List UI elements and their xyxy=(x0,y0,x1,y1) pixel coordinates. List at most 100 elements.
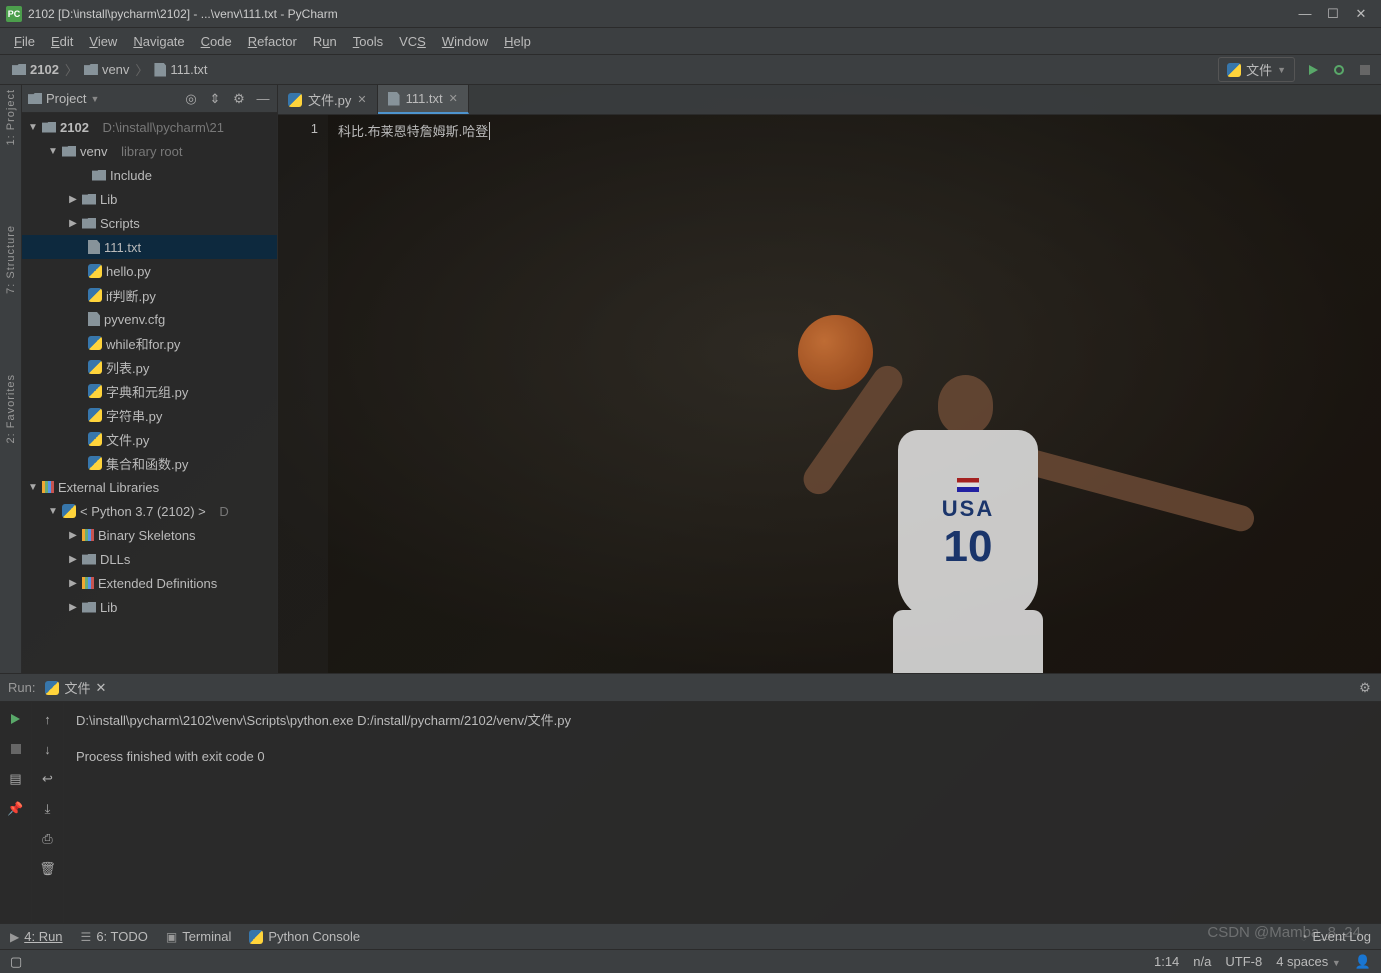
debug-button[interactable] xyxy=(1331,62,1347,78)
editor[interactable]: 1 科比.布莱恩特詹姆斯.哈登 xyxy=(278,115,1381,673)
menu-vcs[interactable]: VCS xyxy=(391,31,434,52)
tree-node-file[interactable]: pyvenv.cfg xyxy=(22,307,277,331)
editor-tab-active[interactable]: 111.txt✕ xyxy=(378,85,469,114)
folder-icon xyxy=(82,194,96,205)
tree-node-file[interactable]: hello.py xyxy=(22,259,277,283)
tree-node-folder[interactable]: ▶Include xyxy=(22,163,277,187)
tree-node-file[interactable]: 列表.py xyxy=(22,355,277,379)
run-toolbar-right: ↑ ↓ ↩ ⤓ ⎙ 🗑 xyxy=(32,702,64,923)
stop-button[interactable] xyxy=(7,740,25,758)
python-icon xyxy=(88,288,102,302)
tree-node-file-selected[interactable]: 111.txt xyxy=(22,235,277,259)
chevron-down-icon: ▼ xyxy=(1277,65,1286,75)
python-icon xyxy=(62,504,76,518)
menu-tools[interactable]: Tools xyxy=(345,31,391,52)
file-icon xyxy=(88,240,100,254)
folder-icon xyxy=(92,170,106,181)
tree-node-file[interactable]: 字符串.py xyxy=(22,403,277,427)
locate-icon[interactable]: ◎ xyxy=(183,91,199,107)
tree-node-folder[interactable]: ▶Scripts xyxy=(22,211,277,235)
editor-tabstrip: 文件.py✕ 111.txt✕ xyxy=(278,85,1381,115)
tree-node-folder[interactable]: ▶Extended Definitions xyxy=(22,571,277,595)
tree-node-folder[interactable]: ▶Binary Skeletons xyxy=(22,523,277,547)
run-tool-window: Run: 文件✕ ⚙ ▤ 📌 ↑ ↓ ↩ ⤓ ⎙ 🗑 D:\install\py… xyxy=(0,673,1381,923)
run-tab[interactable]: 文件✕ xyxy=(45,678,106,697)
tree-node-file[interactable]: 集合和函数.py xyxy=(22,451,277,475)
breadcrumb-file[interactable]: 111.txt xyxy=(150,60,211,79)
soft-wrap-icon[interactable]: ↩ xyxy=(39,770,57,788)
close-button[interactable]: ✕ xyxy=(1347,4,1375,24)
tool-button-run[interactable]: ▶ 4: Run xyxy=(10,929,63,944)
tool-button-structure[interactable]: 7: Structure xyxy=(5,225,17,294)
tree-node-folder[interactable]: ▶Lib xyxy=(22,595,277,619)
scroll-to-end-icon[interactable]: ⤓ xyxy=(39,800,57,818)
tree-node-file[interactable]: if判断.py xyxy=(22,283,277,307)
tree-node-venv[interactable]: ▼venv library root xyxy=(22,139,277,163)
run-config-selector[interactable]: 文件▼ xyxy=(1218,57,1295,82)
tree-node-external-libraries[interactable]: ▼External Libraries xyxy=(22,475,277,499)
tool-button-project[interactable]: 1: Project xyxy=(5,89,17,145)
rerun-button[interactable] xyxy=(7,710,25,728)
close-tab-icon[interactable]: ✕ xyxy=(449,92,458,105)
menu-help[interactable]: Help xyxy=(496,31,539,52)
stop-button[interactable] xyxy=(1357,62,1373,78)
hide-icon[interactable]: — xyxy=(255,91,271,107)
status-bar: ▢ 1:14 n/a UTF-8 4 spaces ▼ 👤 xyxy=(0,949,1381,973)
minimize-button[interactable]: — xyxy=(1291,4,1319,24)
tree-node-file[interactable]: 字典和元组.py xyxy=(22,379,277,403)
tree-node-file[interactable]: 文件.py xyxy=(22,427,277,451)
menu-code[interactable]: Code xyxy=(193,31,240,52)
breadcrumb-folder[interactable]: venv xyxy=(80,60,133,79)
menu-refactor[interactable]: Refactor xyxy=(240,31,305,52)
print-icon[interactable]: ⎙ xyxy=(39,830,57,848)
tree-node-python-sdk[interactable]: ▼< Python 3.7 (2102) > D xyxy=(22,499,277,523)
project-header-label[interactable]: Project xyxy=(46,91,86,106)
console-output[interactable]: D:\install\pycharm\2102\venv\Scripts\pyt… xyxy=(64,702,1381,923)
clear-icon[interactable]: 🗑 xyxy=(39,860,57,878)
tree-node-folder[interactable]: ▶DLLs xyxy=(22,547,277,571)
maximize-button[interactable]: ☐ xyxy=(1319,4,1347,24)
tool-button-terminal[interactable]: ▣ Terminal xyxy=(166,929,231,944)
python-icon xyxy=(249,930,263,944)
tree-node-file[interactable]: while和for.py xyxy=(22,331,277,355)
menu-run[interactable]: Run xyxy=(305,31,345,52)
tool-button-favorites[interactable]: 2: Favorites xyxy=(5,374,17,443)
python-icon xyxy=(88,432,102,446)
folder-icon xyxy=(42,122,56,133)
caret-position[interactable]: 1:14 xyxy=(1154,954,1179,970)
project-tree[interactable]: ▼2102 D:\install\pycharm\21 ▼venv librar… xyxy=(22,113,277,673)
tree-node-root[interactable]: ▼2102 D:\install\pycharm\21 xyxy=(22,115,277,139)
inspection-icon[interactable]: 👤 xyxy=(1355,954,1371,970)
expand-all-icon[interactable]: ⇕ xyxy=(207,91,223,107)
close-tab-icon[interactable]: ✕ xyxy=(95,680,106,696)
menu-edit[interactable]: Edit xyxy=(43,31,81,52)
close-tab-icon[interactable]: ✕ xyxy=(357,93,366,106)
up-icon[interactable]: ↑ xyxy=(39,710,57,728)
status-icon[interactable]: ▢ xyxy=(10,954,22,970)
gear-icon[interactable]: ⚙ xyxy=(1357,680,1373,696)
down-icon[interactable]: ↓ xyxy=(39,740,57,758)
folder-icon xyxy=(82,218,96,229)
tool-button-python-console[interactable]: Python Console xyxy=(249,929,360,944)
tree-node-folder[interactable]: ▶Lib xyxy=(22,187,277,211)
code-area[interactable]: 科比.布莱恩特詹姆斯.哈登 xyxy=(328,115,1381,673)
folder-icon xyxy=(28,93,42,104)
breadcrumb-root[interactable]: 2102 xyxy=(8,60,63,79)
gear-icon[interactable]: ⚙ xyxy=(231,91,247,107)
tool-button-todo[interactable]: ☰ 6: TODO xyxy=(81,929,148,944)
pin-button[interactable]: 📌 xyxy=(7,800,25,818)
title-bar: PC 2102 [D:\install\pycharm\2102] - ...\… xyxy=(0,0,1381,28)
readonly-status[interactable]: n/a xyxy=(1193,954,1211,970)
indent-status[interactable]: 4 spaces ▼ xyxy=(1276,954,1341,970)
menu-view[interactable]: View xyxy=(81,31,125,52)
menu-window[interactable]: Window xyxy=(434,31,496,52)
file-icon xyxy=(154,63,166,77)
menu-file[interactable]: File xyxy=(6,31,43,52)
editor-tab[interactable]: 文件.py✕ xyxy=(278,85,378,114)
encoding-status[interactable]: UTF-8 xyxy=(1225,954,1262,970)
run-button[interactable] xyxy=(1305,62,1321,78)
navigation-bar: 2102 〉 venv 〉 111.txt 文件▼ xyxy=(0,55,1381,85)
layout-button[interactable]: ▤ xyxy=(7,770,25,788)
menu-navigate[interactable]: Navigate xyxy=(125,31,192,52)
library-icon xyxy=(42,481,54,493)
